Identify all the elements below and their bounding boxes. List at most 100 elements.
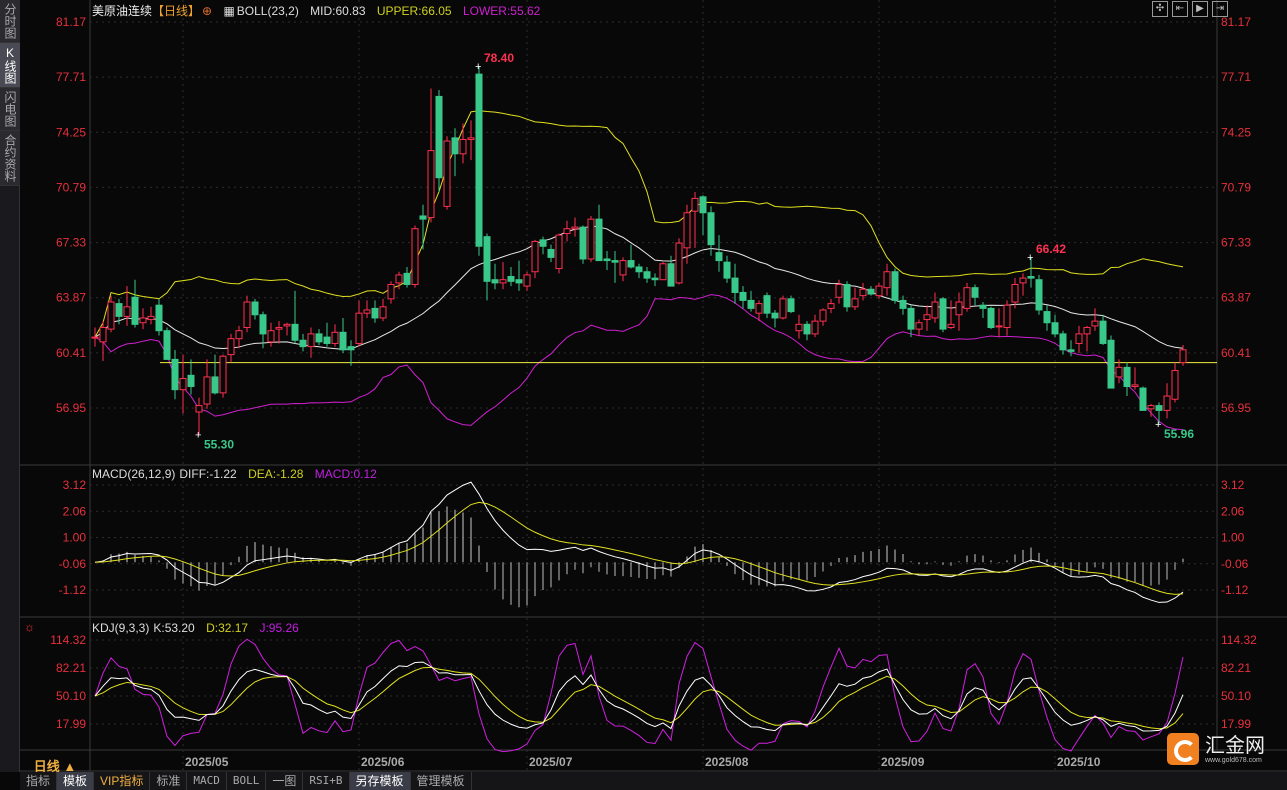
candle-body xyxy=(539,239,547,247)
toolbar-tab-9[interactable]: 管理模板 xyxy=(411,772,472,790)
candle-body xyxy=(171,358,179,391)
toolbar-tab-8[interactable]: 另存模板 xyxy=(349,772,411,790)
kdj-d: D:32.17 xyxy=(206,621,249,635)
candle-body xyxy=(675,242,683,284)
kdj-legend: KDJ(9,3,3) K:53.20 D:32.17 J:95.26 xyxy=(92,621,307,635)
candle-body xyxy=(283,323,291,327)
kline-chart[interactable]: 81.17 81.17 77.71 77.71 74.25 74.25 70.79 70.79… xyxy=(0,0,1287,772)
candle-body xyxy=(579,226,587,260)
y-axis-label-left: 77.71 xyxy=(56,70,86,84)
macd-dea: DEA:-1.28 xyxy=(248,467,304,481)
candle-body xyxy=(915,322,923,330)
x-axis-label: 2025/09 xyxy=(881,755,925,769)
scroll-end-icon[interactable]: ⇥ xyxy=(1212,1,1228,17)
toolbar-tab-6[interactable]: 一图 xyxy=(266,772,304,790)
y-axis-label-right: 81.17 xyxy=(1221,15,1251,29)
candle-body xyxy=(451,137,459,155)
toolbar-tab-2[interactable]: VIP指标 xyxy=(94,772,151,790)
candle-body xyxy=(835,283,843,298)
candle-body xyxy=(395,274,403,284)
candle-body xyxy=(1091,320,1099,327)
candle-body xyxy=(691,197,699,212)
candle-body xyxy=(683,212,691,249)
candle-body xyxy=(795,323,803,332)
candle-body xyxy=(347,346,355,351)
settings-icon[interactable]: ⊕ xyxy=(202,4,212,18)
y-axis-label-right: -0.06 xyxy=(1221,557,1249,571)
extreme-marker-icon: + xyxy=(1155,419,1161,431)
candle-body xyxy=(1147,405,1155,410)
candle-body xyxy=(755,303,763,314)
candle-body xyxy=(235,330,243,340)
candle-body xyxy=(1083,327,1091,335)
candle-body xyxy=(923,314,931,321)
candle-body xyxy=(523,274,531,287)
extreme-label: 55.96 xyxy=(1164,427,1194,441)
candle-body xyxy=(443,140,451,207)
macd-dea-line xyxy=(94,501,1184,595)
toolbar-tab-1[interactable]: 模板 xyxy=(57,772,95,790)
candle-body xyxy=(1107,339,1115,389)
boll-mid: MID:60.83 xyxy=(310,4,366,18)
toolbar-tab-4[interactable]: MACD xyxy=(187,772,227,790)
candle-body xyxy=(963,287,971,309)
candle-body xyxy=(291,323,299,341)
candle-body xyxy=(827,303,835,309)
y-axis-label-left: 56.95 xyxy=(56,401,86,415)
candle-body xyxy=(859,288,867,297)
candle-body xyxy=(307,333,315,348)
toolbar-tab-7[interactable]: RSI+B xyxy=(303,772,350,790)
candle-body xyxy=(603,258,611,262)
candle-body xyxy=(251,301,259,316)
candle-body xyxy=(619,260,627,276)
extreme-label: 66.42 xyxy=(1036,242,1066,256)
macd-name: MACD(26,12,9) xyxy=(92,467,176,481)
gold678-logo: 汇金网 www.gold678.com xyxy=(1167,733,1265,765)
candle-body xyxy=(1171,370,1179,400)
candle-body xyxy=(851,298,859,308)
extreme-marker-icon: + xyxy=(195,429,201,441)
candle-body xyxy=(819,309,827,322)
candle-body xyxy=(987,307,995,329)
y-axis-label-left: 63.87 xyxy=(56,291,86,305)
candle-body xyxy=(91,336,99,339)
candle-body xyxy=(1123,366,1131,387)
main-legend: 美原油连续【日线】 ⊕ ▦ BOLL(23,2) MID:60.83 UPPER:6… xyxy=(92,2,548,19)
y-axis-label-left: -1.12 xyxy=(59,583,87,597)
candle-body xyxy=(147,315,155,321)
candle-body xyxy=(971,287,979,298)
toolbar-tab-3[interactable]: 标准 xyxy=(150,772,188,790)
toolbar-tab-0[interactable]: 指标 xyxy=(20,772,58,790)
candle-body xyxy=(635,266,643,273)
candle-body xyxy=(99,327,107,343)
toolbar-tab-5[interactable]: BOLL xyxy=(227,772,267,790)
candle-body xyxy=(899,299,907,309)
candle-body xyxy=(355,312,363,344)
kdj-k-line xyxy=(94,661,1184,732)
candle-body xyxy=(627,260,635,268)
y-axis-label-left: 114.32 xyxy=(50,633,86,647)
candle-body xyxy=(955,301,963,316)
candle-body xyxy=(659,263,667,281)
candle-body xyxy=(891,271,899,301)
kdj-d-line xyxy=(94,666,1184,730)
y-axis-label-right: 77.71 xyxy=(1221,70,1251,84)
candle-body xyxy=(515,279,523,284)
candle-body xyxy=(179,378,187,391)
macd-legend: MACD(26,12,9) DIFF:-1.22 DEA:-1.28 MACD:0… xyxy=(92,467,385,481)
y-axis-label-left: 60.41 xyxy=(56,346,86,360)
candle-body xyxy=(475,73,483,247)
x-axis-label: 2025/06 xyxy=(361,755,405,769)
kdj-settings-icon[interactable]: ☼ xyxy=(24,620,35,634)
play-right-icon[interactable]: ▶ xyxy=(1192,1,1208,17)
y-axis-label-right: 50.10 xyxy=(1221,689,1251,703)
kdj-name: KDJ(9,3,3) xyxy=(92,621,150,635)
instrument-title: 美原油连续 xyxy=(92,4,153,18)
crosshair-icon[interactable]: ✣ xyxy=(1152,1,1168,17)
y-axis-label-right: 70.79 xyxy=(1221,180,1251,194)
fit-left-icon[interactable]: ⇤ xyxy=(1172,1,1188,17)
indicator-chart-icon[interactable]: ▦ xyxy=(223,4,234,18)
candle-body xyxy=(707,212,715,246)
candle-body xyxy=(459,138,467,155)
candle-body xyxy=(139,317,147,324)
